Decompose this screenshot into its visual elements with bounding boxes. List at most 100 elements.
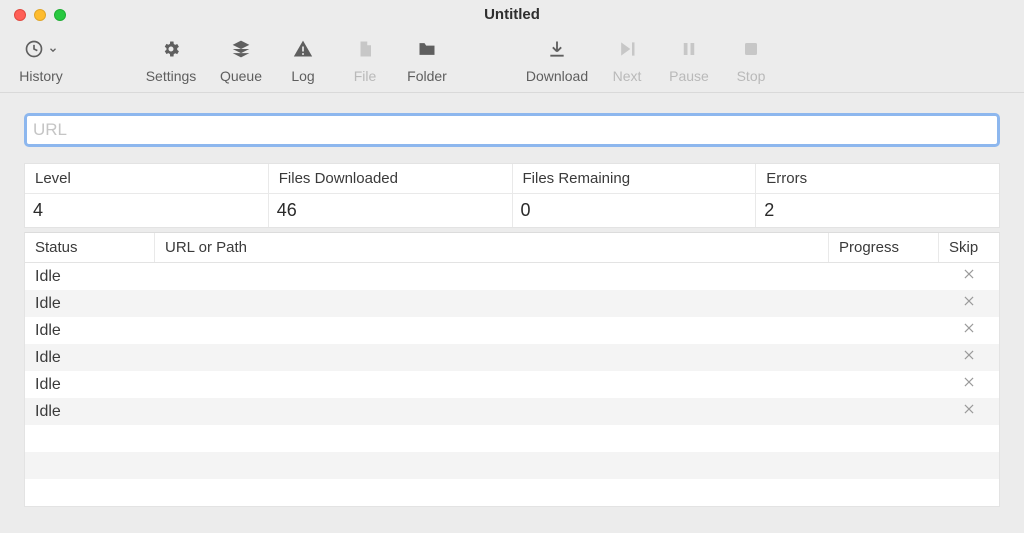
- file-header-status[interactable]: Status: [25, 233, 155, 262]
- pause-button[interactable]: Pause: [658, 36, 720, 84]
- file-header-url[interactable]: URL or Path: [155, 233, 829, 262]
- stop-button[interactable]: Stop: [720, 36, 782, 84]
- stats-header-errors[interactable]: Errors: [756, 164, 999, 194]
- app-window: Untitled History Settings: [0, 0, 1024, 533]
- table-row[interactable]: [25, 425, 999, 452]
- table-row[interactable]: [25, 452, 999, 479]
- row-progress: [829, 355, 939, 361]
- download-icon: [547, 39, 567, 64]
- row-status: Idle: [25, 346, 155, 370]
- row-skip[interactable]: [939, 345, 999, 370]
- gear-icon: [161, 39, 181, 64]
- file-button[interactable]: File: [334, 36, 396, 84]
- stop-icon: [742, 40, 760, 63]
- table-row[interactable]: Idle: [25, 344, 999, 371]
- row-status: Idle: [25, 400, 155, 424]
- row-progress: [829, 382, 939, 388]
- stats-header-row: Level Files Downloaded Files Remaining E…: [25, 164, 999, 194]
- log-button[interactable]: Log: [272, 36, 334, 84]
- row-url: [155, 355, 829, 361]
- row-status: [25, 463, 155, 469]
- url-input[interactable]: [27, 120, 997, 140]
- row-progress: [829, 436, 939, 442]
- row-progress: [829, 301, 939, 307]
- row-url: [155, 328, 829, 334]
- row-status: Idle: [25, 265, 155, 289]
- download-label: Download: [526, 68, 588, 84]
- row-url: [155, 274, 829, 280]
- close-icon[interactable]: [962, 294, 976, 313]
- file-label: File: [354, 68, 377, 84]
- file-header-progress[interactable]: Progress: [829, 233, 939, 262]
- history-icon: [24, 39, 44, 64]
- log-label: Log: [291, 68, 314, 84]
- pause-icon: [680, 39, 698, 64]
- file-table-body: IdleIdleIdleIdleIdleIdle: [25, 263, 999, 506]
- stats-value-row: 4 46 0 2: [25, 194, 999, 227]
- row-progress: [829, 463, 939, 469]
- settings-button[interactable]: Settings: [132, 36, 210, 84]
- stats-table: Level Files Downloaded Files Remaining E…: [24, 163, 1000, 228]
- stats-header-level[interactable]: Level: [25, 164, 269, 194]
- queue-label: Queue: [220, 68, 262, 84]
- file-icon: [356, 39, 374, 64]
- titlebar: Untitled: [0, 0, 1024, 30]
- folder-button[interactable]: Folder: [396, 36, 458, 84]
- table-row[interactable]: Idle: [25, 290, 999, 317]
- row-skip[interactable]: [939, 372, 999, 397]
- row-progress: [829, 274, 939, 280]
- folder-icon: [416, 39, 438, 64]
- toolbar: History Settings Queue Log File: [0, 30, 1024, 93]
- table-row[interactable]: Idle: [25, 263, 999, 290]
- close-icon[interactable]: [962, 267, 976, 286]
- history-button[interactable]: History: [10, 36, 72, 84]
- row-progress: [829, 490, 939, 496]
- row-progress: [829, 328, 939, 334]
- close-icon[interactable]: [962, 402, 976, 421]
- table-row[interactable]: Idle: [25, 398, 999, 425]
- row-url: [155, 463, 829, 469]
- stats-header-remaining[interactable]: Files Remaining: [513, 164, 757, 194]
- row-skip[interactable]: [939, 264, 999, 289]
- next-button[interactable]: Next: [596, 36, 658, 84]
- download-button[interactable]: Download: [518, 36, 596, 84]
- row-status: Idle: [25, 319, 155, 343]
- row-url: [155, 382, 829, 388]
- folder-label: Folder: [407, 68, 447, 84]
- content-area: Level Files Downloaded Files Remaining E…: [0, 93, 1024, 507]
- row-skip[interactable]: [939, 490, 999, 496]
- row-url: [155, 436, 829, 442]
- row-skip[interactable]: [939, 436, 999, 442]
- row-url: [155, 490, 829, 496]
- stats-value-remaining: 0: [513, 194, 757, 227]
- queue-icon: [231, 39, 251, 64]
- settings-label: Settings: [146, 68, 197, 84]
- row-status: Idle: [25, 292, 155, 316]
- close-icon[interactable]: [962, 348, 976, 367]
- row-url: [155, 301, 829, 307]
- stats-header-downloaded[interactable]: Files Downloaded: [269, 164, 513, 194]
- table-row[interactable]: Idle: [25, 371, 999, 398]
- history-label: History: [19, 68, 63, 84]
- chevron-down-icon: [48, 42, 58, 60]
- next-icon: [617, 39, 637, 64]
- close-icon[interactable]: [962, 375, 976, 394]
- table-row[interactable]: Idle: [25, 317, 999, 344]
- stop-label: Stop: [737, 68, 766, 84]
- row-skip[interactable]: [939, 318, 999, 343]
- table-row[interactable]: [25, 479, 999, 506]
- next-label: Next: [613, 68, 642, 84]
- row-skip[interactable]: [939, 463, 999, 469]
- queue-button[interactable]: Queue: [210, 36, 272, 84]
- row-progress: [829, 409, 939, 415]
- row-status: [25, 436, 155, 442]
- file-table-header: Status URL or Path Progress Skip: [25, 233, 999, 263]
- close-icon[interactable]: [962, 321, 976, 340]
- row-skip[interactable]: [939, 399, 999, 424]
- file-header-skip[interactable]: Skip: [939, 233, 999, 262]
- row-url: [155, 409, 829, 415]
- row-skip[interactable]: [939, 291, 999, 316]
- stats-value-level: 4: [25, 194, 269, 227]
- stats-value-errors: 2: [756, 194, 999, 227]
- url-field-wrapper: [24, 113, 1000, 147]
